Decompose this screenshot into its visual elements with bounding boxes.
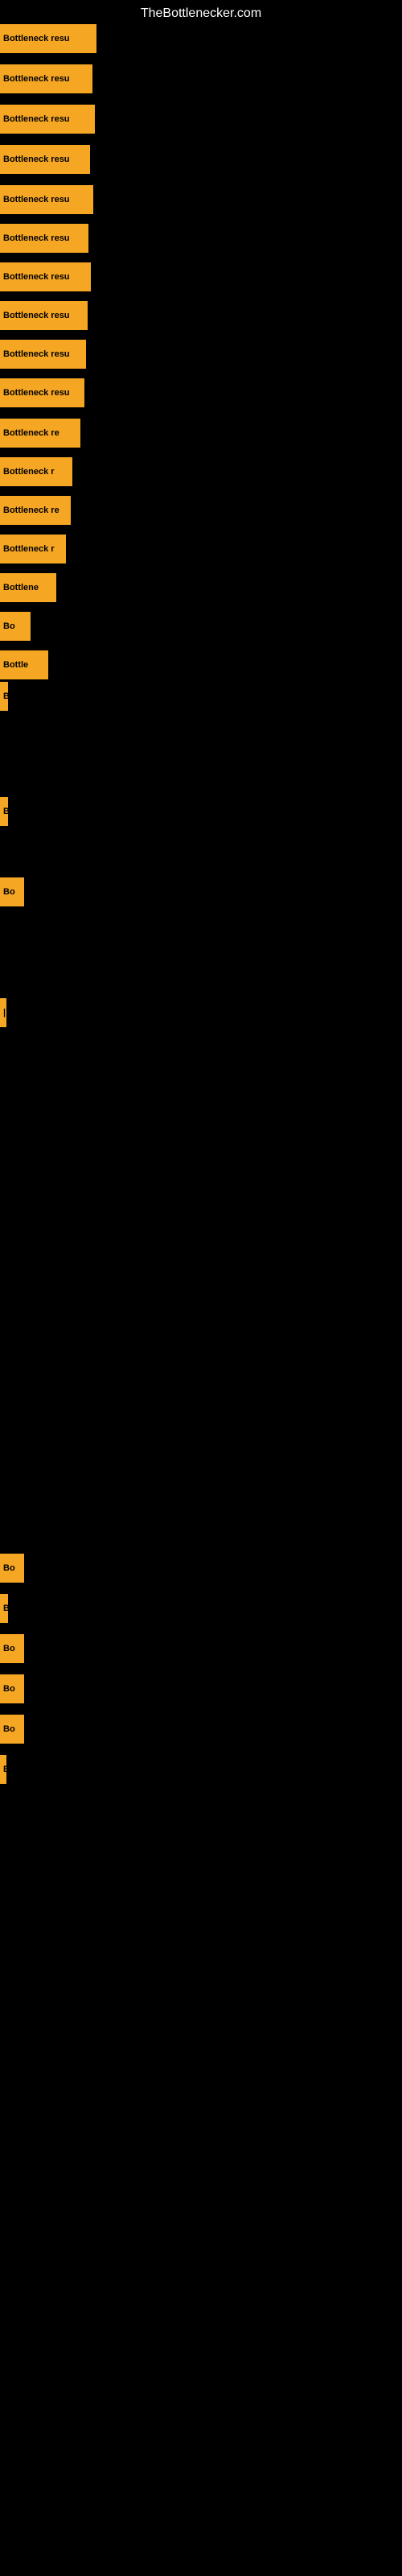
bottleneck-bar-17: Bottle [0, 650, 48, 679]
bottleneck-bar-label-1: Bottleneck resu [3, 34, 70, 43]
bottleneck-bar-6: Bottleneck resu [0, 224, 88, 253]
bottleneck-bar-20: Bo [0, 877, 24, 906]
bottleneck-bar-25: Bo [0, 1674, 24, 1703]
bottleneck-bar-22: Bo [0, 1554, 24, 1583]
bottleneck-bar-label-9: Bottleneck resu [3, 349, 70, 359]
bottleneck-bar-label-22: Bo [3, 1563, 15, 1573]
bottleneck-bar-label-18: B [3, 691, 8, 701]
bottleneck-bar-19: B [0, 797, 8, 826]
bottleneck-bar-label-4: Bottleneck resu [3, 155, 70, 164]
bottleneck-bar-14: Bottleneck r [0, 535, 66, 564]
bottleneck-bar-label-11: Bottleneck re [3, 428, 59, 438]
bottleneck-bar-16: Bo [0, 612, 31, 641]
bottleneck-bar-13: Bottleneck re [0, 496, 71, 525]
bottleneck-bar-12: Bottleneck r [0, 457, 72, 486]
bottleneck-bar-2: Bottleneck resu [0, 64, 92, 93]
bottleneck-bar-24: Bo [0, 1634, 24, 1663]
bottleneck-bar-label-2: Bottleneck resu [3, 74, 70, 84]
bottleneck-bar-23: B [0, 1594, 8, 1623]
bottleneck-bar-label-17: Bottle [3, 660, 28, 670]
bottleneck-bar-label-14: Bottleneck r [3, 544, 55, 554]
bottleneck-bar-7: Bottleneck resu [0, 262, 91, 291]
bottleneck-bar-label-13: Bottleneck re [3, 506, 59, 515]
bottleneck-bar-10: Bottleneck resu [0, 378, 84, 407]
bottleneck-bar-9: Bottleneck resu [0, 340, 86, 369]
bottleneck-bar-label-23: B [3, 1604, 8, 1613]
bottleneck-bar-11: Bottleneck re [0, 419, 80, 448]
site-title: TheBottlenecker.com [0, 0, 402, 27]
bottleneck-bar-label-26: Bo [3, 1724, 15, 1734]
bottleneck-bar-label-20: Bo [3, 887, 15, 897]
bottleneck-bar-label-5: Bottleneck resu [3, 195, 70, 204]
bottleneck-bar-27: B [0, 1755, 6, 1784]
bottleneck-bar-label-21: | [3, 1008, 6, 1018]
bottleneck-bar-3: Bottleneck resu [0, 105, 95, 134]
bottleneck-bar-label-3: Bottleneck resu [3, 114, 70, 124]
bottleneck-bar-label-25: Bo [3, 1684, 15, 1694]
bottleneck-bar-label-24: Bo [3, 1644, 15, 1653]
bottleneck-bar-15: Bottlene [0, 573, 56, 602]
bottleneck-bar-label-8: Bottleneck resu [3, 311, 70, 320]
bottleneck-bar-4: Bottleneck resu [0, 145, 90, 174]
bottleneck-bar-8: Bottleneck resu [0, 301, 88, 330]
bottleneck-bar-label-15: Bottlene [3, 583, 39, 592]
bottleneck-bar-1: Bottleneck resu [0, 24, 96, 53]
bottleneck-bar-18: B [0, 682, 8, 711]
bottleneck-bar-26: Bo [0, 1715, 24, 1744]
bottleneck-bar-label-12: Bottleneck r [3, 467, 55, 477]
bottleneck-bar-label-7: Bottleneck resu [3, 272, 70, 282]
bottleneck-bar-label-27: B [3, 1765, 6, 1774]
bottleneck-bar-label-10: Bottleneck resu [3, 388, 70, 398]
bottleneck-bar-label-16: Bo [3, 621, 15, 631]
bottleneck-bar-label-19: B [3, 807, 8, 816]
bottleneck-bar-5: Bottleneck resu [0, 185, 93, 214]
bottleneck-bar-label-6: Bottleneck resu [3, 233, 70, 243]
bottleneck-bar-21: | [0, 998, 6, 1027]
